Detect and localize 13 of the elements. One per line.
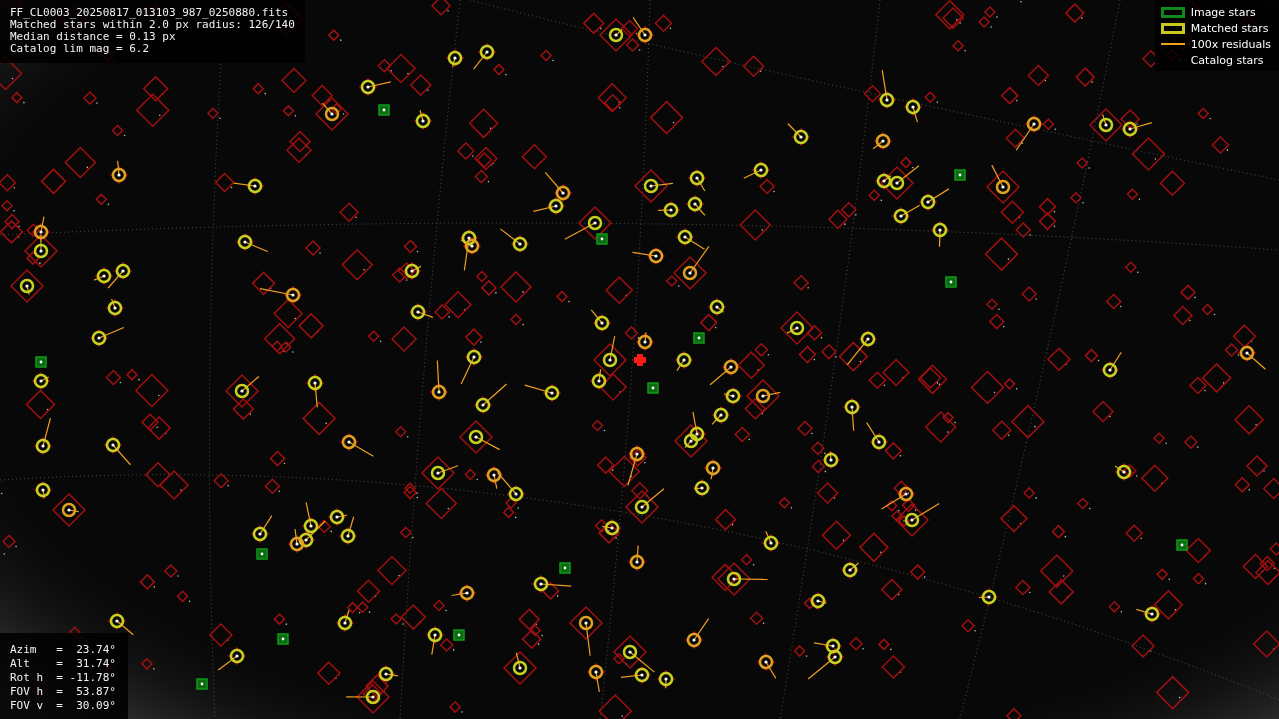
pointing-text: FOV v = 30.09°: [10, 699, 116, 713]
info-text: Catalog lim mag = 6.2: [10, 43, 151, 55]
legend-label: Matched stars: [1190, 21, 1269, 35]
legend-label: Catalog stars: [1190, 53, 1264, 67]
pointing-text: Rot h = -11.78°: [10, 671, 116, 685]
legend-label: Image stars: [1190, 5, 1256, 19]
pointing-text: Azim = 23.74°: [10, 643, 116, 657]
pointing-text: FOV h = 53.87°: [10, 685, 116, 699]
pointing-text: Alt = 31.74°: [10, 657, 116, 671]
file-name: FF_CL0003_20250817_013103_987_0250880.fits: [10, 7, 290, 19]
info-text: Matched stars within 2.0 px radius: 126/140: [10, 19, 295, 31]
info-text: Median distance = 0.13 px: [10, 31, 177, 43]
legend-label: 100x residuals: [1190, 37, 1271, 51]
